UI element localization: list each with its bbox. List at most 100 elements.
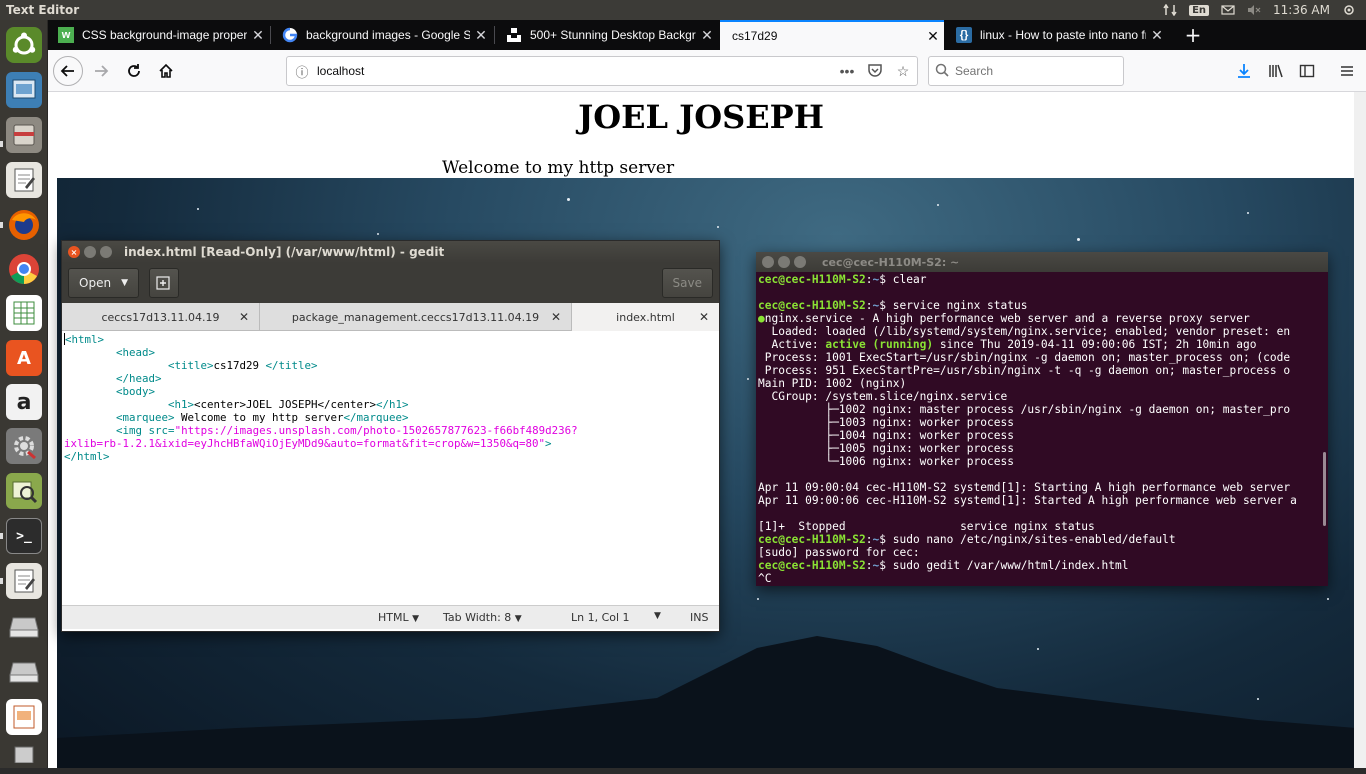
launcher-image-viewer[interactable] <box>4 471 44 511</box>
launcher-files[interactable] <box>4 115 44 155</box>
close-icon[interactable]: ✕ <box>922 28 944 45</box>
gedit-title: index.html [Read-Only] (/var/www/html) -… <box>124 245 445 259</box>
unsplash-icon <box>506 27 522 43</box>
reload-button[interactable] <box>119 56 149 86</box>
terminal-scrollbar[interactable] <box>1323 452 1326 526</box>
forward-button[interactable] <box>86 56 116 86</box>
save-button[interactable]: Save <box>661 268 713 298</box>
tab-label: background images - Google Sear <box>306 28 470 42</box>
gedit-statusbar: HTML ▼ Tab Width: 8 ▼ Ln 1, Col 1 ▼ INS <box>62 605 719 629</box>
close-icon[interactable]: ✕ <box>699 310 709 324</box>
doc-tab-index-html[interactable]: index.html ✕ <box>572 303 719 331</box>
launcher: A a >_ <box>0 20 48 768</box>
launcher-trash[interactable] <box>4 734 44 774</box>
tab-separator <box>494 26 495 44</box>
home-icon <box>159 63 173 78</box>
url-text[interactable]: localhost <box>317 64 833 78</box>
launcher-screenshot-viewer[interactable] <box>4 70 44 110</box>
tab-css-background[interactable]: w CSS background-image property ✕ <box>48 20 269 50</box>
sidebar-button[interactable] <box>1292 56 1322 86</box>
network-icon[interactable] <box>1163 3 1177 17</box>
volume-muted-icon[interactable] <box>1247 4 1261 16</box>
launcher-drive-2[interactable] <box>4 652 44 692</box>
close-icon[interactable]: ✕ <box>470 27 492 44</box>
tab-stackexchange[interactable]: {} linux - How to paste into nano fro ✕ <box>946 20 1168 50</box>
tab-google-search[interactable]: background images - Google Sear ✕ <box>272 20 492 50</box>
language-selector[interactable]: HTML ▼ <box>378 611 419 624</box>
close-icon[interactable]: ✕ <box>1146 27 1168 44</box>
tab-width-selector[interactable]: Tab Width: 8 ▼ <box>443 611 522 624</box>
launcher-chrome[interactable] <box>4 249 44 289</box>
launcher-software-center[interactable]: A <box>4 338 44 378</box>
code-editor[interactable]: <html> <head> <title>cs17d29 </title> </… <box>62 331 719 605</box>
stackexchange-icon: {} <box>956 27 972 43</box>
tab-separator <box>270 26 271 44</box>
terminal-titlebar[interactable]: cec@cec-H110M-S2: ~ <box>756 252 1328 272</box>
library-button[interactable] <box>1261 56 1291 86</box>
chevron-down-icon[interactable]: ▼ <box>654 611 661 621</box>
hard-drive-icon <box>6 654 42 690</box>
url-bar[interactable]: ⓘ localhost ••• ☆ <box>286 56 918 86</box>
close-icon[interactable] <box>762 256 774 268</box>
launcher-firefox[interactable] <box>4 205 44 245</box>
insert-mode: INS <box>690 611 709 624</box>
terminal-icon: >_ <box>6 518 42 554</box>
search-bar[interactable]: Search <box>928 56 1124 86</box>
minimize-icon[interactable] <box>84 246 96 258</box>
back-button[interactable] <box>53 56 83 86</box>
terminal-output[interactable]: cec@cec-H110M-S2:~$ clear cec@cec-H110M-… <box>756 272 1328 584</box>
close-icon[interactable]: ✕ <box>247 27 269 44</box>
tab-unsplash[interactable]: 500+ Stunning Desktop Backgrou ✕ <box>496 20 718 50</box>
close-icon[interactable]: ✕ <box>696 27 718 44</box>
language-label: HTML <box>378 611 409 624</box>
new-document-button[interactable] <box>148 268 179 298</box>
tab-cs17d29[interactable]: cs17d29 ✕ <box>720 20 944 50</box>
arrow-right-icon <box>95 65 109 77</box>
close-icon[interactable]: ✕ <box>239 310 249 324</box>
clock[interactable]: 11:36 AM <box>1273 3 1330 17</box>
ubuntu-dash-button[interactable] <box>4 25 44 65</box>
terminal-title: cec@cec-H110M-S2: ~ <box>822 255 960 269</box>
menu-button[interactable] <box>1332 56 1362 86</box>
maximize-icon[interactable] <box>100 246 112 258</box>
launcher-spreadsheet[interactable] <box>4 293 44 333</box>
close-icon[interactable]: ✕ <box>551 310 561 324</box>
home-button[interactable] <box>151 56 181 86</box>
keyboard-layout-indicator[interactable]: En <box>1189 4 1210 16</box>
launcher-text-editor-active[interactable] <box>4 561 44 601</box>
launcher-drive-1[interactable] <box>4 607 44 647</box>
launcher-amazon[interactable]: a <box>4 382 44 422</box>
doc-tab-ceccs17d13[interactable]: ceccs17d13.11.04.19 ✕ <box>62 303 260 331</box>
bookmark-star-icon[interactable]: ☆ <box>889 63 917 80</box>
pocket-icon[interactable] <box>861 63 889 80</box>
page-scrollbar[interactable] <box>1354 92 1366 768</box>
google-icon <box>282 27 298 43</box>
info-icon[interactable]: ⓘ <box>287 62 317 81</box>
cursor-position[interactable]: Ln 1, Col 1 <box>571 611 630 624</box>
minimize-icon[interactable] <box>778 256 790 268</box>
close-icon[interactable]: × <box>68 246 80 258</box>
doc-tab-package-management[interactable]: package_management.ceccs17d13.11.04.19 ✕ <box>260 303 572 331</box>
launcher-terminal[interactable]: >_ <box>4 516 44 556</box>
arrow-left-icon <box>60 65 74 77</box>
page-actions-icon[interactable]: ••• <box>833 63 861 79</box>
gedit-titlebar[interactable]: × index.html [Read-Only] (/var/www/html)… <box>62 241 719 263</box>
text-editor-icon <box>6 563 42 599</box>
launcher-system-settings[interactable] <box>4 426 44 466</box>
power-gear-icon[interactable] <box>1342 4 1356 16</box>
spreadsheet-icon <box>6 295 42 331</box>
downloads-button[interactable] <box>1229 56 1259 86</box>
ubuntu-logo-icon <box>6 27 42 63</box>
hard-drive-icon <box>6 609 42 645</box>
firefox-icon <box>6 207 42 243</box>
new-tab-button[interactable]: + <box>1178 20 1208 50</box>
gedit-toolbar: Open ▼ Save <box>62 263 719 303</box>
maximize-icon[interactable] <box>794 256 806 268</box>
launcher-impress[interactable] <box>4 697 44 737</box>
mail-icon[interactable] <box>1221 4 1235 16</box>
search-placeholder: Search <box>955 64 994 78</box>
page-heading: JOEL JOSEPH <box>578 98 824 136</box>
tab-label: CSS background-image property <box>82 28 247 42</box>
open-button[interactable]: Open ▼ <box>68 268 139 298</box>
launcher-text-editor[interactable] <box>4 160 44 200</box>
